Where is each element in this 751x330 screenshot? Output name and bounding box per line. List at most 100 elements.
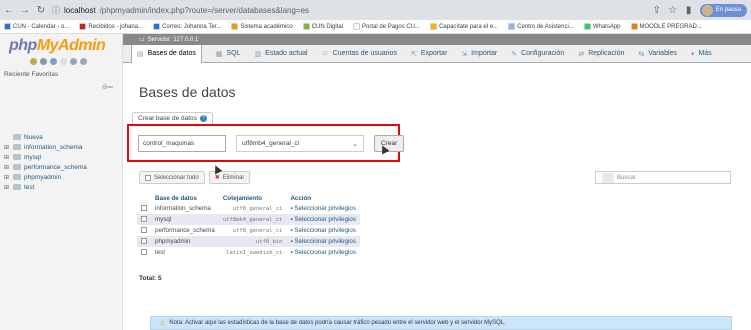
checkbox-cell — [137, 214, 151, 225]
tab-item[interactable]: ▾ Más — [691, 50, 712, 58]
collation-select[interactable]: utf8mb4_general_ci ⌄ — [236, 135, 364, 152]
bookmark-item[interactable]: MOODLE PREGRAD... — [630, 23, 702, 30]
tab-label: Replicación — [588, 50, 625, 57]
bookmark-favicon-icon — [4, 23, 11, 30]
db-name-cell[interactable]: phpmyadmin — [151, 236, 219, 247]
checkbox-cell — [137, 225, 151, 236]
bookmark-item[interactable]: Capacítate para el e... — [430, 23, 498, 30]
expand-icon[interactable]: ⊞ — [4, 154, 10, 161]
bookmark-item[interactable]: Centro de Asistenci... — [508, 23, 574, 30]
db-name-cell[interactable]: mysql — [151, 214, 219, 225]
select-all-button[interactable]: Seleccionar todo — [139, 171, 205, 184]
sql-docs-icon[interactable] — [60, 58, 67, 65]
table-row: performance_schema utf8_general_ci ▪ Selec… — [137, 225, 360, 236]
header-database[interactable]: Base de datos — [151, 194, 219, 203]
bookmark-item[interactable]: CUN - Calendar - o... — [4, 23, 69, 30]
bookmark-item[interactable]: Correo: Johanna Ter... — [153, 23, 221, 30]
tree-item-label: information_schema — [24, 143, 83, 151]
row-checkbox[interactable] — [141, 227, 147, 234]
profile-label: En pausa — [715, 7, 741, 13]
tab-item[interactable]: ☺ Cuentas de usuarios — [322, 50, 397, 57]
expand-icon[interactable]: ⊞ — [4, 144, 10, 151]
star-icon[interactable]: ☆ — [668, 5, 678, 16]
sidebar-toggle-icon[interactable]: ▮ — [684, 5, 694, 16]
settings-icon[interactable] — [70, 58, 77, 65]
tab-item[interactable]: ▦ SQL — [216, 50, 241, 58]
row-checkbox[interactable] — [141, 249, 147, 256]
tree-item-label: phpmyadmin — [24, 173, 62, 181]
db-name-input[interactable]: control_maquinas — [138, 135, 226, 152]
logout-icon[interactable] — [40, 58, 47, 65]
privileges-link[interactable]: Seleccionar privilegios — [294, 227, 356, 234]
search-input[interactable]: Buscar — [595, 171, 731, 184]
tree-item[interactable]: ⊞ information_schema — [4, 142, 87, 152]
tree-item-label: Nueva — [24, 133, 43, 141]
reload-nav-icon[interactable] — [80, 58, 87, 65]
expand-icon[interactable]: ⊞ — [4, 184, 10, 191]
help-icon[interactable]: ? — [199, 115, 207, 122]
collation-cell: utf8_general_ci — [218, 203, 287, 214]
collapse-all-icon[interactable]: ⊖═ — [102, 83, 113, 91]
search-icon — [602, 172, 614, 183]
tab-label: Estado actual — [265, 50, 308, 57]
address-bar[interactable]: ⓘ localhost/phpmyadmin/index.php?route=/… — [52, 5, 309, 16]
stats-note: ⚠ Nota: Activar aquí las estadísticas de… — [150, 316, 732, 330]
tab-label: Más — [698, 50, 712, 57]
row-checkbox[interactable] — [141, 205, 147, 212]
tab-item[interactable]: ▥ Estado actual — [255, 50, 308, 58]
tree-item[interactable]: Nueva — [4, 132, 87, 142]
tab-item[interactable]: ▤ Bases de datos — [131, 44, 202, 63]
select-all-checkbox[interactable] — [145, 174, 151, 181]
tab-item[interactable]: ⇆ Variables — [638, 50, 677, 58]
privileges-link[interactable]: Seleccionar privilegios — [294, 238, 356, 245]
row-checkbox[interactable] — [141, 238, 147, 245]
db-name-cell[interactable]: test — [151, 247, 219, 258]
expand-icon[interactable]: ⊞ — [4, 164, 10, 171]
privileges-link[interactable]: Seleccionar privilegios — [294, 249, 356, 256]
action-cell: ▪ Seleccionar privilegios — [286, 203, 360, 214]
privileges-link[interactable]: Seleccionar privilegios — [294, 216, 356, 223]
bookmark-item[interactable]: Portal de Pagos CU... — [353, 23, 420, 30]
bookmark-item[interactable]: CUN Digital — [302, 23, 343, 30]
header-collation[interactable]: Cotejamiento — [219, 194, 287, 203]
docs-icon[interactable] — [50, 58, 57, 65]
create-button[interactable]: Crear — [374, 135, 405, 152]
site-info-icon[interactable]: ⓘ — [52, 5, 60, 16]
db-name-cell[interactable]: performance_schema — [151, 225, 219, 236]
bookmark-label: Centro de Asistenci... — [517, 23, 574, 30]
bookmark-item[interactable]: Sistema académico — [231, 23, 293, 30]
tab-item[interactable]: ✎ Configuración — [511, 50, 564, 58]
home-icon[interactable] — [30, 58, 37, 65]
new-db-icon — [13, 134, 21, 140]
tree-item[interactable]: ⊞ phpmyadmin — [4, 172, 87, 182]
forward-icon[interactable]: → — [20, 5, 30, 16]
privileges-link[interactable]: Seleccionar privilegios — [294, 205, 356, 212]
profile-button[interactable]: En pausa — [699, 3, 747, 17]
tab-item[interactable]: ⇄ Replicación — [578, 50, 624, 58]
bookmark-item[interactable]: Recibidos - johana... — [79, 23, 143, 30]
reload-icon[interactable]: ↻ — [36, 5, 46, 16]
phpmyadmin-logo[interactable]: phpMyAdmin — [9, 37, 106, 55]
tree-item[interactable]: ⊞ test — [4, 182, 87, 192]
selection-bar: Seleccionar todo ✖ Eliminar — [139, 171, 251, 184]
server-label[interactable]: Servidor: 127.0.0.1 — [148, 37, 199, 43]
bookmark-label: Sistema académico — [240, 23, 293, 30]
tree-item[interactable]: ⊞ performance_schema — [4, 162, 87, 172]
row-checkbox[interactable] — [141, 216, 147, 223]
tab-icon: ▾ — [690, 50, 695, 58]
tab-item[interactable]: ⇱ Exportar — [411, 50, 447, 58]
favorites-link[interactable]: Favoritas — [31, 71, 58, 78]
database-icon — [13, 174, 21, 180]
db-name-cell[interactable]: information_schema — [151, 203, 219, 214]
stats-note-text[interactable]: Nota: Activar aquí las estadísticas de l… — [169, 320, 506, 326]
recent-link[interactable]: Reciente — [4, 71, 30, 78]
tab-item[interactable]: ⇲ Importar — [461, 50, 497, 58]
expand-icon[interactable]: ⊞ — [4, 174, 10, 181]
tree-item[interactable]: ⊞ mysql — [4, 152, 87, 162]
bookmark-label: WhatsApp — [592, 23, 621, 30]
collation-cell: utf8_bin — [218, 236, 287, 247]
tab-icon: ⇲ — [461, 50, 468, 58]
back-icon[interactable]: ← — [4, 5, 14, 16]
bookmark-item[interactable]: WhatsApp — [583, 23, 621, 30]
share-icon[interactable]: ⇪ — [652, 5, 662, 16]
